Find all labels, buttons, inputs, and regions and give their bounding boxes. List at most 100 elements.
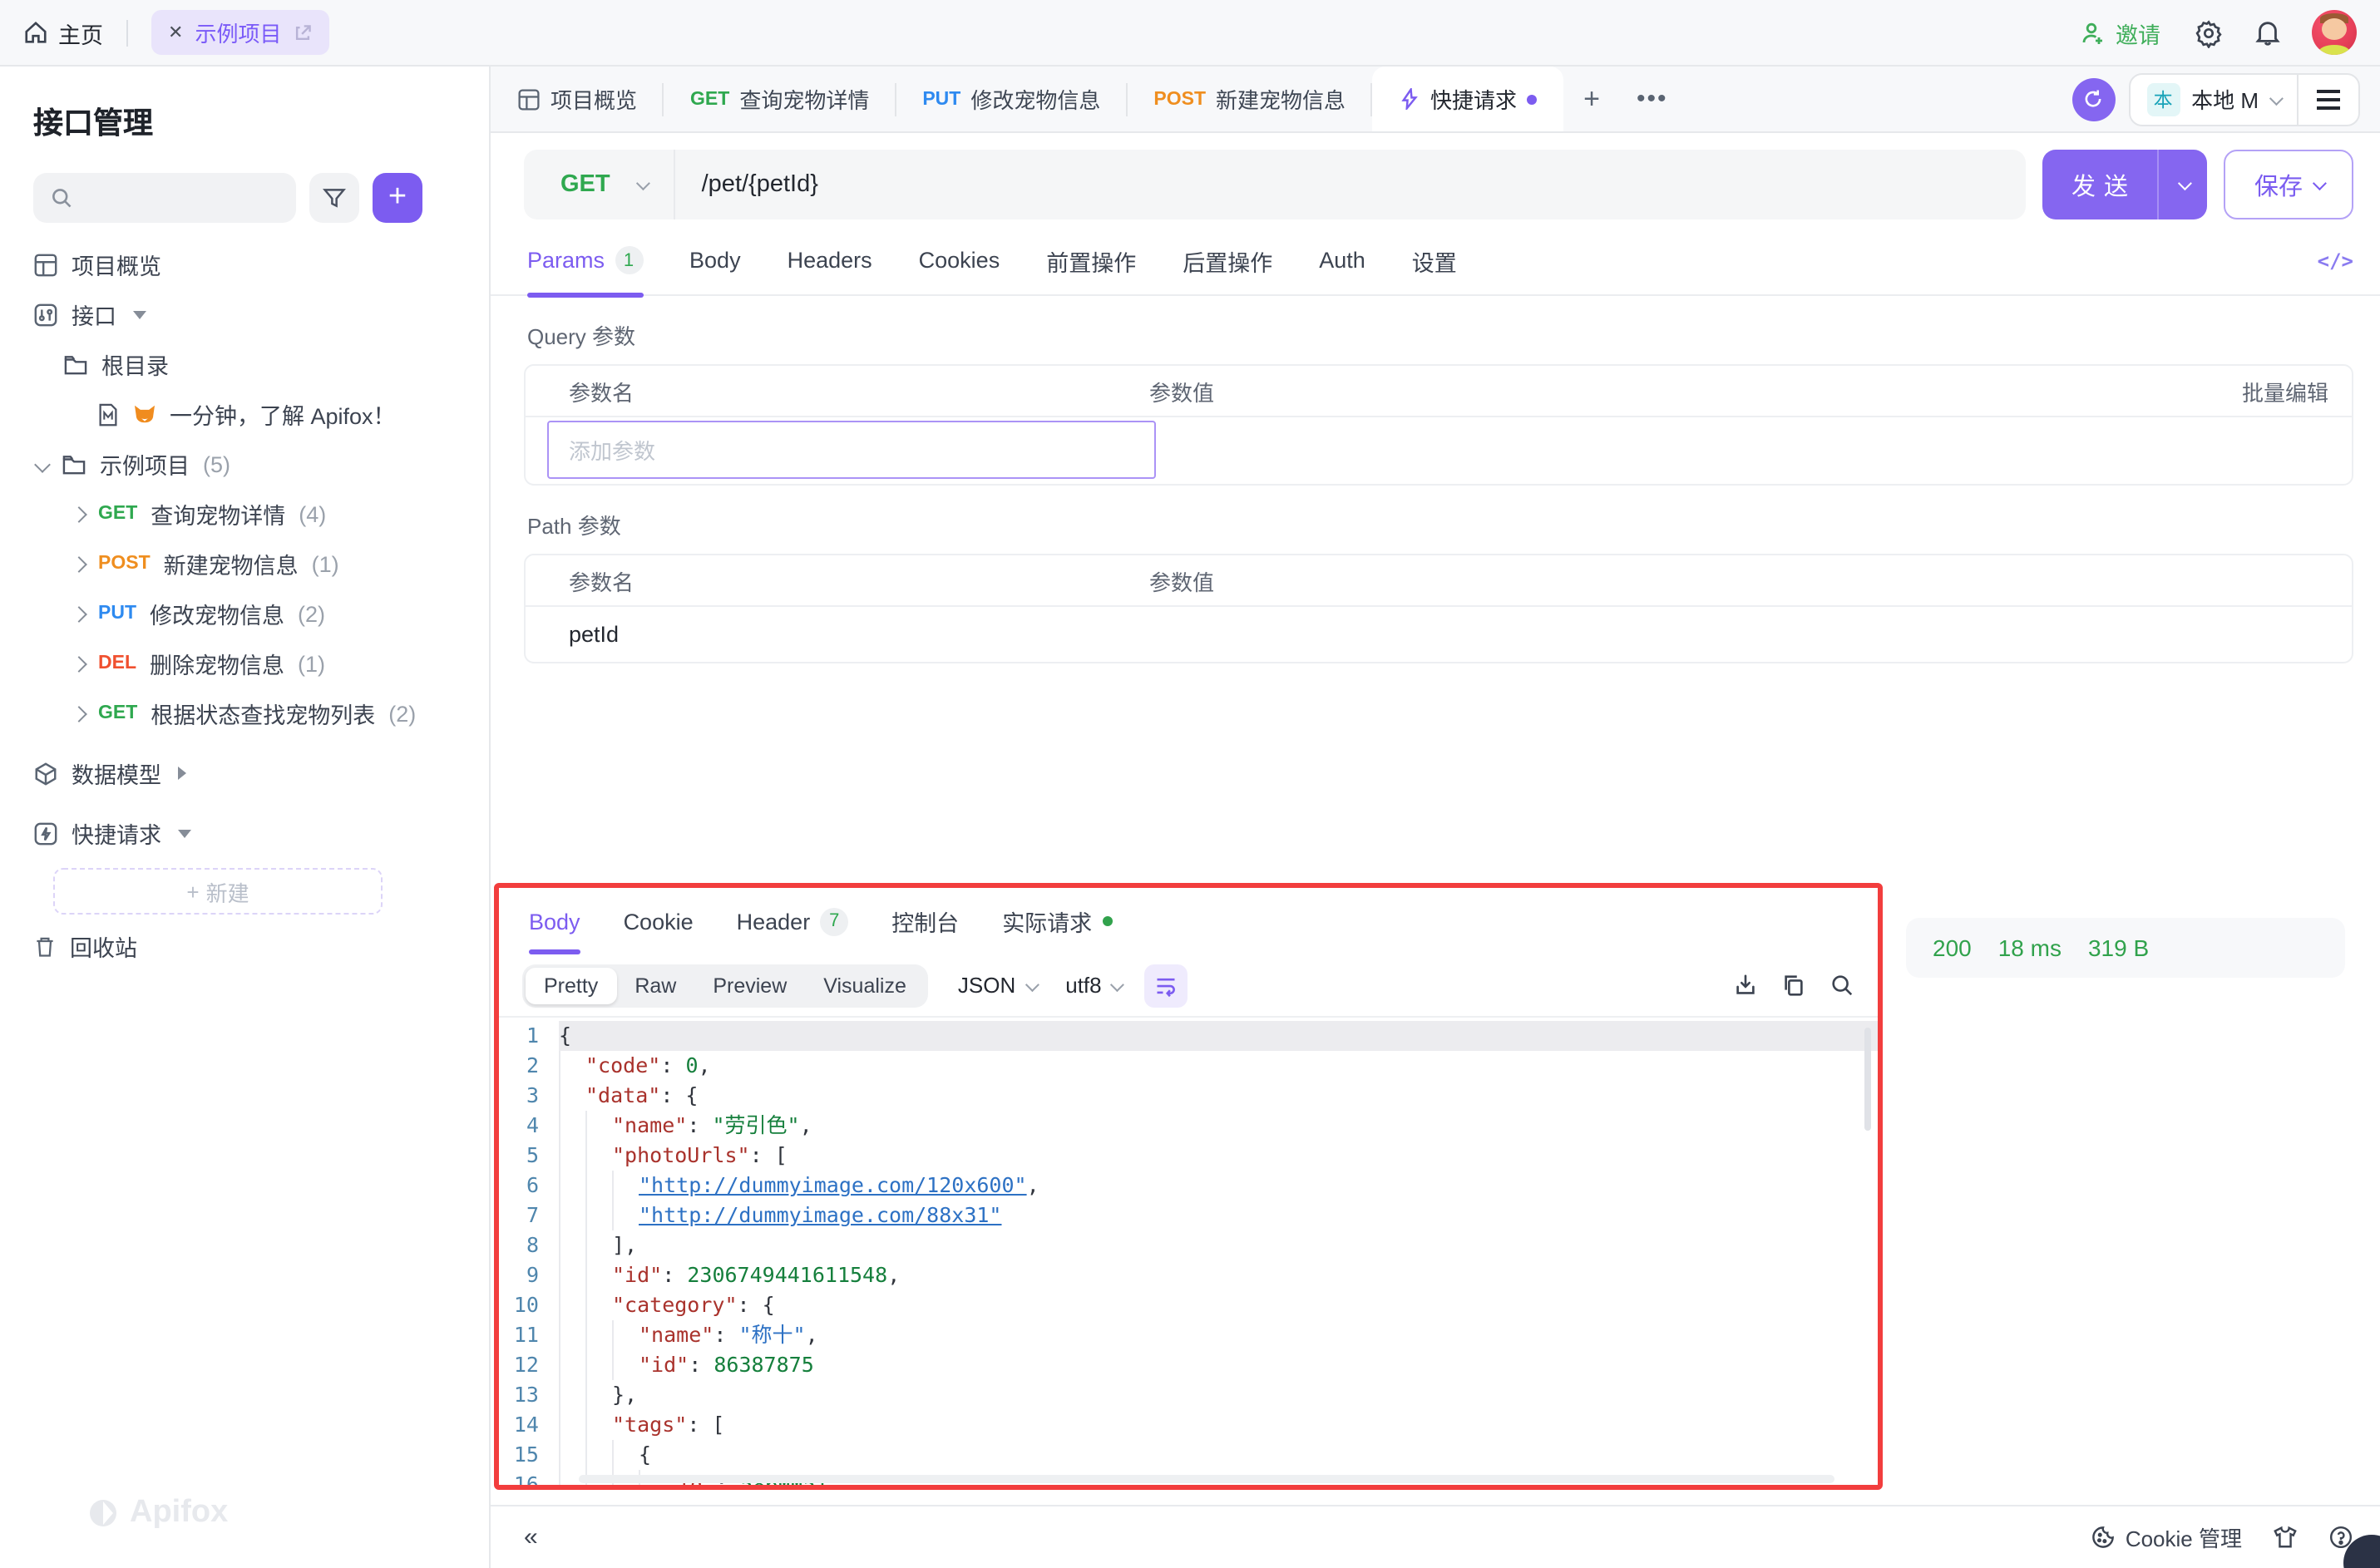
save-button[interactable]: 保存 — [2224, 150, 2353, 219]
token-url: "http://dummyimage.com/120x600" — [639, 1172, 1027, 1197]
vertical-scrollbar[interactable] — [1864, 1028, 1871, 1131]
sidebar-folder-root[interactable]: 根目录 — [0, 339, 489, 389]
view-mode-preview[interactable]: Preview — [694, 967, 805, 1003]
theme-tshirt-icon[interactable] — [2272, 1525, 2299, 1550]
sidebar-item-recycle-bin[interactable]: 回收站 — [0, 921, 489, 971]
external-link-icon[interactable] — [293, 22, 313, 42]
request-tab-label: Cookies — [919, 248, 1000, 273]
tab-endpoint[interactable]: PUT修改宠物信息 — [896, 67, 1127, 131]
tab-overflow-button[interactable]: ••• — [1620, 67, 1685, 131]
sidebar-endpoint[interactable]: GET根据状态查找宠物列表(2) — [0, 688, 489, 738]
root-folder-label: 根目录 — [101, 348, 169, 381]
code-line-content: }, — [559, 1380, 1878, 1410]
indent-guide — [559, 1350, 585, 1380]
download-icon[interactable] — [1733, 973, 1758, 998]
indent-guide — [612, 1201, 639, 1230]
sidebar-item-doc[interactable]: 一分钟，了解 Apifox！ — [0, 389, 489, 439]
sidebar-item-data-model[interactable]: 数据模型 — [0, 748, 489, 798]
chevron-right-icon[interactable] — [71, 505, 87, 522]
chevron-right-icon[interactable] — [71, 705, 87, 722]
actual-request-dot — [1102, 916, 1112, 926]
request-tab-auth[interactable]: Auth — [1319, 225, 1365, 295]
token-pun: : { — [738, 1292, 775, 1317]
cookie-manage-button[interactable]: Cookie 管理 — [2091, 1521, 2242, 1553]
url-input[interactable]: /pet/{petId} — [675, 171, 818, 198]
sidebar-item-quick-request[interactable]: 快捷请求 — [0, 808, 489, 858]
view-mode-pretty[interactable]: Pretty — [526, 967, 616, 1003]
encoding-dropdown[interactable]: utf8 — [1065, 973, 1121, 998]
sidebar-endpoint[interactable]: POST新建宠物信息(1) — [0, 539, 489, 589]
format-dropdown[interactable]: JSON — [958, 973, 1035, 998]
sidebar-folder-example[interactable]: 示例项目(5) — [0, 439, 489, 489]
request-tab-前置操作[interactable]: 前置操作 — [1046, 225, 1136, 295]
close-icon[interactable]: ✕ — [168, 22, 183, 43]
add-param-input[interactable]: 添加参数 — [547, 421, 1156, 479]
token-key: "name" — [639, 1322, 714, 1347]
sidebar-endpoint[interactable]: DEL删除宠物信息(1) — [0, 639, 489, 688]
response-tab-header[interactable]: Header7 — [737, 888, 849, 954]
token-str: "劳引色" — [712, 1112, 799, 1137]
sidebar-item-api[interactable]: 接口 — [0, 289, 489, 339]
sidebar-add-button[interactable]: + — [373, 173, 422, 223]
sync-refresh-button[interactable] — [2071, 77, 2115, 121]
avatar[interactable] — [2312, 10, 2357, 55]
sidebar-item-project-overview[interactable]: 项目概览 — [0, 239, 489, 289]
method-badge: PUT — [922, 89, 960, 109]
request-tab-后置操作[interactable]: 后置操作 — [1183, 225, 1272, 295]
new-request-button[interactable]: +新建 — [53, 868, 383, 915]
tab-endpoint[interactable]: POST新建宠物信息 — [1127, 67, 1372, 131]
response-tab-body[interactable]: Body — [529, 888, 580, 954]
chevron-right-icon[interactable] — [71, 605, 87, 622]
response-tab-实际请求[interactable]: 实际请求 — [1002, 888, 1112, 954]
view-mode-raw[interactable]: Raw — [616, 967, 694, 1003]
send-button[interactable]: 发送 — [2042, 150, 2207, 219]
new-tab-button[interactable]: + — [1563, 67, 1620, 131]
table-row[interactable]: petId — [526, 607, 2352, 662]
request-tab-body[interactable]: Body — [689, 225, 741, 295]
tab-quick-request[interactable]: 快捷请求 — [1372, 67, 1563, 131]
token-strblue: "称十" — [738, 1322, 805, 1347]
request-tab-headers[interactable]: Headers — [788, 225, 872, 295]
request-tab-设置[interactable]: 设置 — [1412, 225, 1457, 295]
notifications-bell-icon[interactable] — [2254, 18, 2282, 47]
sidebar-endpoint[interactable]: GET查询宠物详情(4) — [0, 489, 489, 539]
response-body-editor[interactable]: 1{2"code": 0,3"data": {4"name": "劳引色",5"… — [499, 1018, 1878, 1488]
tab-project-overview[interactable]: 项目概览 — [491, 67, 664, 131]
method-dropdown[interactable]: GET — [524, 171, 674, 198]
chevron-right-icon[interactable] — [71, 555, 87, 572]
quick-request-label: 快捷请求 — [72, 816, 161, 850]
collapse-sidebar-button[interactable]: « — [524, 1523, 535, 1551]
sidebar-endpoint[interactable]: PUT修改宠物信息(2) — [0, 589, 489, 639]
bulk-edit-button[interactable]: 批量编辑 — [2242, 375, 2352, 407]
grid-icon — [517, 87, 541, 111]
settings-gear-icon[interactable] — [2194, 17, 2224, 47]
request-tab-params[interactable]: Params1 — [527, 225, 643, 295]
chevron-right-icon[interactable] — [71, 655, 87, 672]
endpoint-count: (2) — [388, 701, 416, 726]
search-icon[interactable] — [1829, 973, 1854, 998]
doc-item-label: 一分钟，了解 Apifox！ — [170, 397, 396, 431]
view-mode-visualize[interactable]: Visualize — [805, 967, 925, 1003]
search-input[interactable] — [33, 173, 296, 223]
home-button[interactable]: 主页 — [23, 16, 103, 49]
tab-endpoint[interactable]: GET查询宠物详情 — [664, 67, 896, 131]
code-view-toggle[interactable]: </> — [2318, 249, 2353, 272]
env-menu-button[interactable] — [2299, 87, 2358, 111]
chevron-down-icon[interactable] — [34, 456, 51, 472]
horizontal-scrollbar[interactable] — [579, 1475, 1834, 1483]
response-tab-cookie[interactable]: Cookie — [624, 888, 694, 954]
response-tab-控制台[interactable]: 控制台 — [891, 888, 959, 954]
code-line: 13}, — [499, 1380, 1878, 1410]
topbar-left: 主页 ✕ 示例项目 — [23, 10, 329, 55]
environment-dropdown[interactable]: 本 本地 M — [2130, 82, 2297, 116]
copy-icon[interactable] — [1781, 973, 1806, 998]
indent-guide — [612, 1320, 639, 1350]
filter-funnel-button[interactable] — [309, 173, 359, 223]
project-tab[interactable]: ✕ 示例项目 — [151, 10, 329, 55]
invite-button[interactable]: 邀请 — [2081, 16, 2160, 49]
word-wrap-button[interactable] — [1145, 964, 1188, 1007]
request-tab-cookies[interactable]: Cookies — [919, 225, 1000, 295]
indent-guide — [585, 1111, 612, 1141]
token-key: "category" — [612, 1292, 738, 1317]
send-options-button[interactable] — [2157, 150, 2207, 219]
